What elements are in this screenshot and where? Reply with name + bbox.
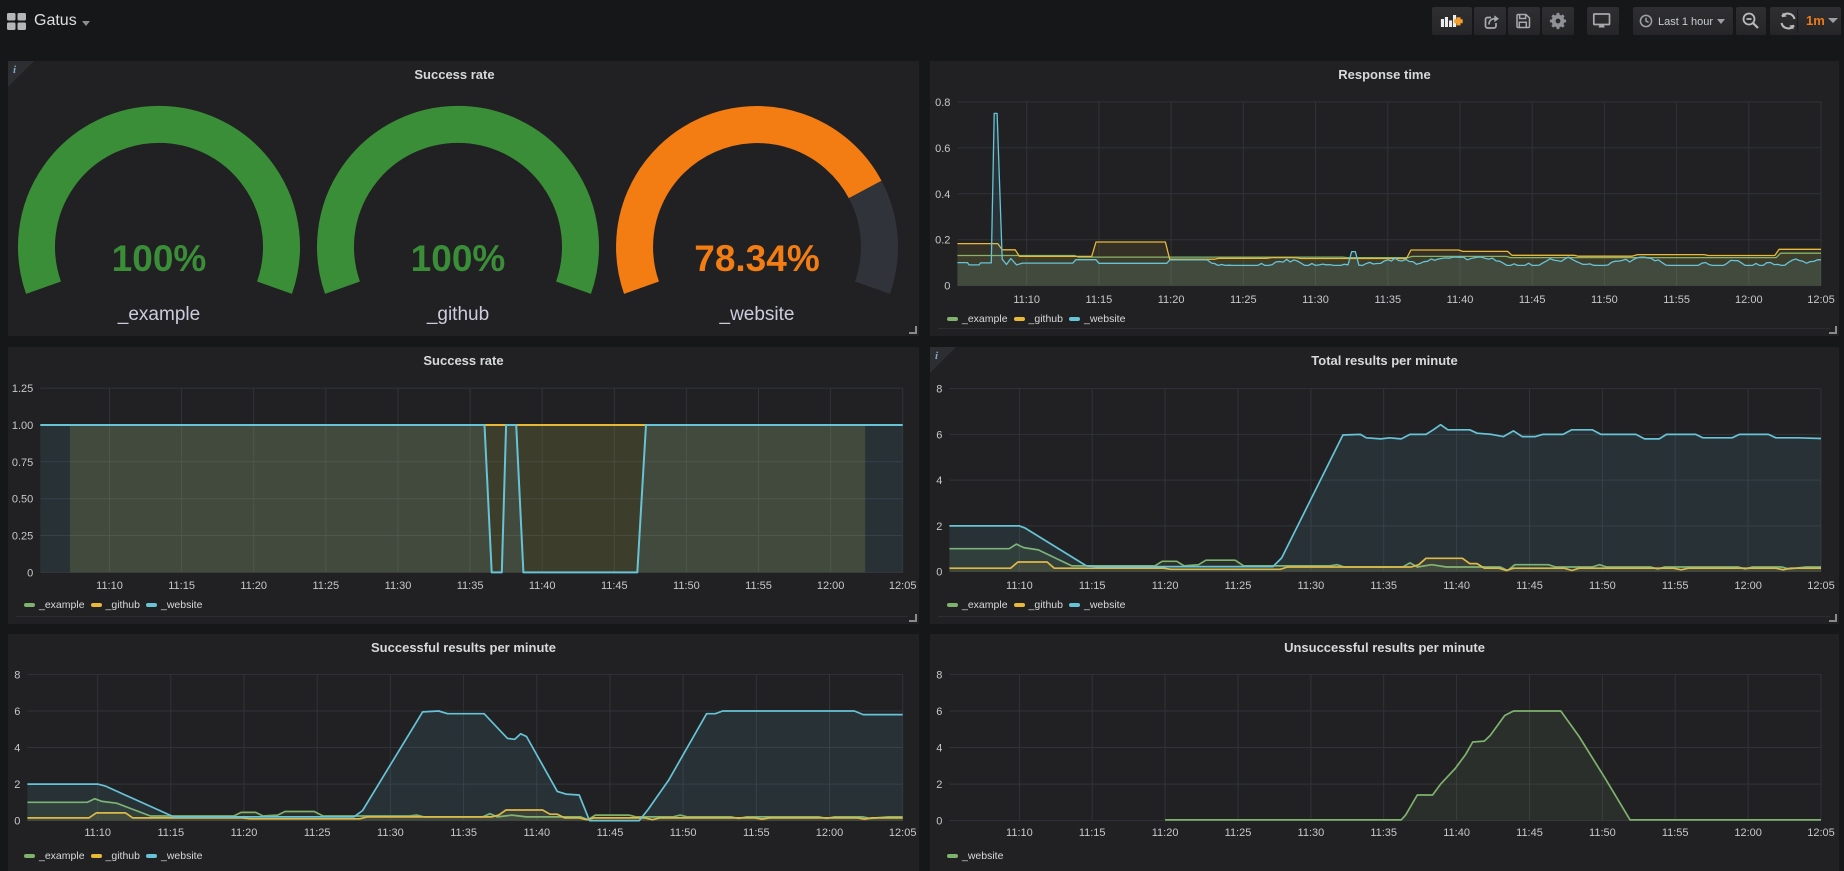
svg-text:11:35: 11:35: [1370, 827, 1397, 839]
svg-text:8: 8: [936, 384, 942, 396]
svg-text:11:25: 11:25: [312, 580, 339, 592]
svg-text:11:25: 11:25: [1225, 827, 1252, 839]
svg-text:11:10: 11:10: [1006, 580, 1033, 592]
svg-text:0: 0: [936, 816, 942, 828]
svg-text:11:35: 11:35: [1370, 580, 1397, 592]
svg-text:11:50: 11:50: [1589, 580, 1616, 592]
svg-text:11:10: 11:10: [1006, 827, 1033, 839]
svg-text:4: 4: [936, 475, 942, 487]
svg-text:8: 8: [936, 669, 942, 681]
svg-text:6: 6: [14, 706, 20, 718]
svg-text:12:00: 12:00: [816, 827, 844, 839]
svg-text:11:35: 11:35: [1374, 294, 1401, 306]
svg-text:0.50: 0.50: [12, 494, 33, 506]
svg-text:12:05: 12:05: [1807, 294, 1835, 306]
svg-text:78.34%: 78.34%: [694, 238, 820, 279]
svg-text:11:40: 11:40: [1447, 294, 1474, 306]
svg-text:12:00: 12:00: [1735, 294, 1763, 306]
svg-text:11:30: 11:30: [1298, 580, 1325, 592]
svg-text:11:20: 11:20: [231, 827, 258, 839]
svg-text:11:50: 11:50: [1589, 827, 1616, 839]
svg-text:11:45: 11:45: [1516, 827, 1543, 839]
svg-text:11:30: 11:30: [377, 827, 404, 839]
svg-text:11:50: 11:50: [673, 580, 700, 592]
svg-text:11:45: 11:45: [1519, 294, 1546, 306]
svg-text:1.25: 1.25: [12, 383, 33, 395]
svg-text:2: 2: [936, 521, 942, 533]
svg-text:0: 0: [936, 567, 942, 579]
svg-text:11:30: 11:30: [385, 580, 412, 592]
svg-text:0: 0: [27, 567, 33, 579]
svg-text:11:30: 11:30: [1302, 294, 1329, 306]
svg-text:_example: _example: [117, 304, 200, 325]
svg-text:1.00: 1.00: [12, 420, 33, 432]
svg-text:11:15: 11:15: [1079, 827, 1106, 839]
svg-text:12:00: 12:00: [1734, 580, 1762, 592]
svg-text:12:00: 12:00: [1734, 827, 1762, 839]
svg-text:4: 4: [936, 743, 942, 755]
svg-text:11:20: 11:20: [240, 580, 267, 592]
svg-text:11:45: 11:45: [597, 827, 624, 839]
svg-text:11:15: 11:15: [168, 580, 195, 592]
svg-text:4: 4: [14, 743, 20, 755]
svg-text:11:20: 11:20: [1152, 580, 1179, 592]
svg-text:0: 0: [14, 816, 20, 828]
svg-text:100%: 100%: [112, 238, 207, 279]
svg-text:11:20: 11:20: [1152, 827, 1179, 839]
svg-text:6: 6: [936, 706, 942, 718]
svg-text:11:30: 11:30: [1298, 827, 1325, 839]
svg-text:11:25: 11:25: [1225, 580, 1252, 592]
svg-text:11:40: 11:40: [1443, 580, 1470, 592]
svg-text:11:25: 11:25: [1230, 294, 1257, 306]
svg-text:0.2: 0.2: [935, 235, 950, 247]
svg-text:11:10: 11:10: [84, 827, 111, 839]
svg-text:12:05: 12:05: [1807, 580, 1835, 592]
svg-text:_website: _website: [719, 304, 795, 325]
svg-text:11:20: 11:20: [1158, 294, 1185, 306]
svg-text:11:50: 11:50: [670, 827, 697, 839]
svg-text:11:35: 11:35: [450, 827, 477, 839]
svg-text:11:55: 11:55: [745, 580, 772, 592]
svg-text:6: 6: [936, 429, 942, 441]
svg-text:11:40: 11:40: [523, 827, 550, 839]
svg-text:11:15: 11:15: [1079, 580, 1106, 592]
svg-text:11:40: 11:40: [529, 580, 556, 592]
svg-text:11:15: 11:15: [157, 827, 184, 839]
svg-text:11:55: 11:55: [1663, 294, 1690, 306]
svg-text:11:55: 11:55: [1662, 580, 1689, 592]
svg-text:0: 0: [944, 281, 950, 293]
svg-text:11:15: 11:15: [1086, 294, 1113, 306]
svg-text:11:35: 11:35: [457, 580, 484, 592]
svg-text:_github: _github: [426, 304, 489, 325]
svg-text:11:55: 11:55: [1662, 827, 1689, 839]
svg-text:12:00: 12:00: [817, 580, 845, 592]
svg-text:11:50: 11:50: [1591, 294, 1618, 306]
svg-text:11:45: 11:45: [1516, 580, 1543, 592]
svg-text:11:45: 11:45: [601, 580, 628, 592]
svg-text:8: 8: [14, 669, 20, 681]
svg-text:12:05: 12:05: [889, 580, 917, 592]
svg-text:11:25: 11:25: [304, 827, 331, 839]
svg-text:11:55: 11:55: [743, 827, 770, 839]
svg-text:0.4: 0.4: [935, 189, 950, 201]
svg-text:11:10: 11:10: [96, 580, 123, 592]
svg-text:0.75: 0.75: [12, 457, 33, 469]
svg-text:0.25: 0.25: [12, 531, 33, 543]
svg-text:2: 2: [936, 779, 942, 791]
svg-text:2: 2: [14, 779, 20, 791]
svg-text:0.8: 0.8: [935, 97, 950, 109]
svg-text:11:10: 11:10: [1013, 294, 1040, 306]
svg-text:100%: 100%: [411, 238, 506, 279]
svg-text:12:05: 12:05: [1807, 827, 1835, 839]
svg-text:11:40: 11:40: [1443, 827, 1470, 839]
svg-text:12:05: 12:05: [889, 827, 917, 839]
svg-text:0.6: 0.6: [935, 143, 950, 155]
